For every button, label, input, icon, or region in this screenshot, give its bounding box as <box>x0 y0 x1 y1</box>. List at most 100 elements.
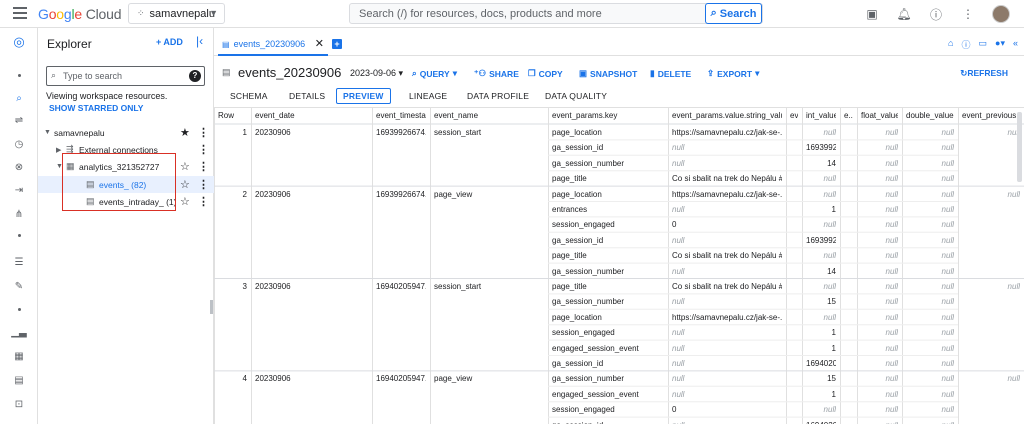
query-button[interactable]: ⌕ QUERY ▾ <box>412 68 457 79</box>
more-vert-icon[interactable]: ⋮ <box>960 6 976 22</box>
column-header[interactable]: e... <box>844 111 853 120</box>
chart-icon[interactable]: ▁▃ <box>11 324 27 340</box>
info-icon[interactable]: ⓘ <box>961 38 970 51</box>
star-filled-icon[interactable]: ★ <box>180 126 190 139</box>
list-icon[interactable]: ☰ <box>11 254 27 270</box>
column-header[interactable]: event_previous <box>962 111 1020 120</box>
table-icon: ▤ <box>222 39 230 49</box>
expand-more-icon[interactable]: ▶ <box>56 146 61 154</box>
expand-less-icon[interactable]: ▼ <box>44 129 51 136</box>
lightbulb-icon[interactable]: ●▾ <box>995 38 1005 51</box>
tab-details[interactable]: DETAILS <box>289 91 325 101</box>
show-starred-link[interactable]: SHOW STARRED ONLY <box>49 103 143 113</box>
column-header[interactable]: int_value <box>806 111 836 120</box>
copy-button[interactable]: ❐ COPY <box>528 68 563 79</box>
notifications-icon[interactable]: 🔔︎ <box>896 6 912 22</box>
wrench-icon[interactable]: ✎ <box>11 278 27 294</box>
table-cell: 0 <box>672 220 677 230</box>
table-cell: ga_session_number <box>552 374 625 384</box>
more-vert-icon[interactable]: ⋮ <box>198 126 209 139</box>
null-cell: null <box>885 143 898 153</box>
null-cell: null <box>1007 189 1020 199</box>
workflow-icon[interactable]: ⋔ <box>11 206 27 222</box>
menu-icon[interactable] <box>13 7 27 19</box>
collapse-icon[interactable]: « <box>1013 38 1018 51</box>
home-icon[interactable]: ⌂ <box>948 38 953 51</box>
project-selector[interactable]: ⁘ samavnepalu ▼ <box>128 3 225 24</box>
more-vert-icon[interactable]: ⋮ <box>198 195 209 208</box>
search-button-label: Search <box>719 7 757 20</box>
table-cell: 20230906 <box>255 282 291 291</box>
cloud-shell-icon[interactable]: ▣ <box>864 6 880 22</box>
new-tab-button[interactable]: + <box>332 39 342 49</box>
partition-date-selector[interactable]: 2023-09-06 ▾ <box>350 68 403 79</box>
table-cell: https://samavnepalu.cz/jak-se-... <box>672 128 782 137</box>
keyboard-icon[interactable]: ▭ <box>979 38 988 51</box>
query-label: QUERY <box>419 68 450 79</box>
column-header[interactable]: event_date <box>255 111 368 120</box>
tab-schema[interactable]: SCHEMA <box>230 91 268 101</box>
column-header[interactable]: Row <box>218 111 247 120</box>
dashboard-icon[interactable]: ▦ <box>11 348 27 364</box>
tab-events-table[interactable]: ▤ events_20230906 ✕ <box>218 34 328 56</box>
null-cell: null <box>672 374 685 384</box>
table-cell: 20230906 <box>255 189 291 199</box>
history-icon[interactable]: ◷ <box>11 136 27 152</box>
delete-button[interactable]: ▮ DELETE <box>650 68 691 79</box>
google-cloud-logo[interactable]: Google Cloud <box>38 6 121 22</box>
avatar[interactable] <box>992 5 1010 23</box>
search-nav-icon[interactable]: ⌕ <box>11 90 27 106</box>
star-outline-icon[interactable]: ☆ <box>180 178 190 191</box>
more-vert-icon[interactable]: ⋮ <box>198 160 209 173</box>
share-button[interactable]: ⁺⚇ SHARE <box>474 68 519 79</box>
table-header: ▤ events_20230906 2023-09-06 ▾ ⌕ QUERY ▾ ⁺… <box>214 56 1024 86</box>
table-icon[interactable]: ▤ <box>11 372 27 388</box>
help-icon[interactable]: ? <box>189 70 201 82</box>
null-cell: null <box>941 405 954 415</box>
add-button[interactable]: + ADD <box>156 37 183 47</box>
search-button[interactable]: ⌕ Search <box>705 3 762 24</box>
column-header[interactable]: event_params.key <box>552 111 664 120</box>
tree-item[interactable]: ▼ samavnepalu ★ ⋮ <box>38 124 214 141</box>
bigquery-logo-icon[interactable]: ◎ <box>11 34 27 50</box>
column-header[interactable]: float_value <box>861 111 898 120</box>
panel-resize-handle[interactable] <box>210 300 213 314</box>
chevron-down-icon: ▼ <box>209 8 218 18</box>
table-cell: Co si sbalit na trek do Nepálu #... <box>672 174 782 184</box>
tab-lineage[interactable]: LINEAGE <box>409 91 447 101</box>
collapse-panel-icon[interactable]: |‹ <box>196 34 203 48</box>
column-header[interactable]: event_params.value.string_value <box>672 111 782 120</box>
snapshot-button[interactable]: ▣ SNAPSHOT <box>579 68 637 79</box>
more-vert-icon[interactable]: ⋮ <box>198 178 209 191</box>
star-outline-icon[interactable]: ☆ <box>180 195 190 208</box>
logo-letter: G <box>38 6 49 22</box>
column-header[interactable]: double_value <box>906 111 954 120</box>
analytics-hub-icon[interactable]: ⊗ <box>11 159 27 175</box>
null-cell: null <box>885 328 898 338</box>
tab-data-profile[interactable]: DATA PROFILE <box>467 91 529 101</box>
tab-preview[interactable]: PREVIEW <box>336 88 391 104</box>
export-button[interactable]: ⇪ EXPORT ▾ <box>707 68 759 79</box>
global-search-input[interactable]: Search (/) for resources, docs, products… <box>349 3 763 24</box>
refresh-button[interactable]: ↻REFRESH <box>960 68 1008 79</box>
more-vert-icon[interactable]: ⋮ <box>198 143 209 156</box>
lock-icon[interactable]: ⊡ <box>11 396 27 412</box>
search-placeholder: Search (/) for resources, docs, products… <box>359 8 602 20</box>
null-cell: null <box>941 235 954 245</box>
close-icon[interactable]: ✕ <box>315 37 324 50</box>
transfers-icon[interactable]: ⇥ <box>11 182 27 198</box>
star-outline-icon[interactable]: ☆ <box>180 160 190 173</box>
null-cell: null <box>941 389 954 399</box>
tune-icon[interactable]: ⇌ <box>11 112 27 128</box>
tab-data-quality[interactable]: DATA QUALITY <box>545 91 607 101</box>
table-scrollbar[interactable] <box>1017 112 1022 182</box>
table-cell: page_view <box>434 374 473 384</box>
column-header[interactable]: eve... <box>790 111 798 120</box>
explorer-search-input[interactable]: ⌕ Type to search ? <box>46 66 205 86</box>
table-cell: ga_session_number <box>552 297 625 307</box>
null-cell: null <box>941 328 954 338</box>
column-header[interactable]: event_name <box>434 111 544 120</box>
help-icon[interactable]: ⓘ <box>928 6 944 22</box>
column-header[interactable]: event_timestamp <box>376 111 426 120</box>
null-cell: null <box>672 143 685 153</box>
